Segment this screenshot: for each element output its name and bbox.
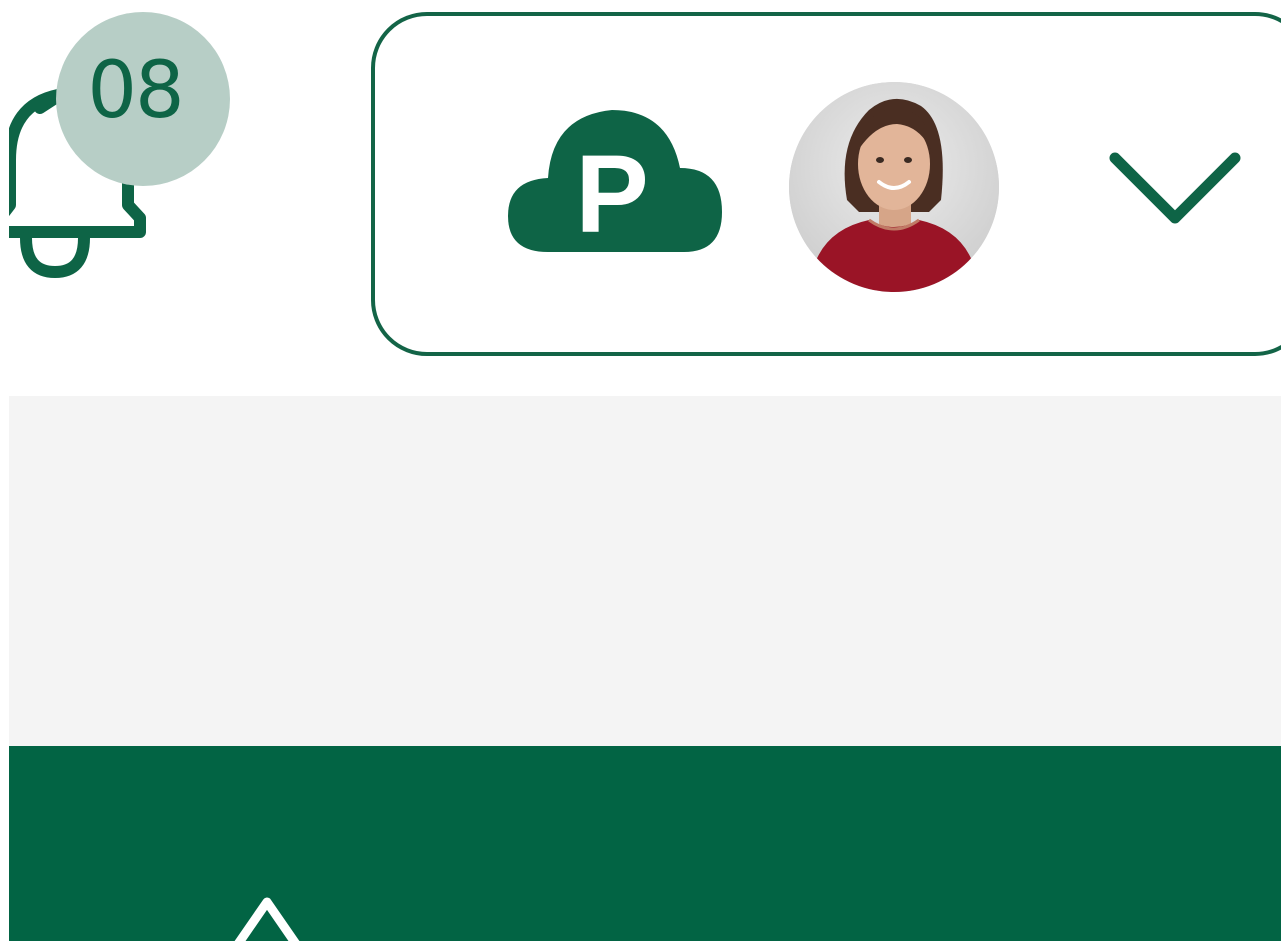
left-edge [0,0,9,941]
notification-button[interactable]: 08 [0,0,240,300]
nav-toggle-button[interactable] [232,888,302,941]
content-background [9,396,1281,746]
top-header: 08 P [0,0,1281,396]
notification-count-badge: 08 [56,12,230,186]
user-avatar[interactable] [789,82,999,292]
chevron-down-icon [1109,152,1241,224]
app-page: 08 P [0,0,1281,941]
chevron-up-icon [234,897,300,941]
account-dropdown-toggle[interactable] [1103,148,1247,234]
notification-count: 08 [87,46,184,136]
cloud-p-logo-icon: P [508,106,722,256]
bottom-nav-bar [9,746,1281,941]
logo-letter: P [575,133,648,256]
